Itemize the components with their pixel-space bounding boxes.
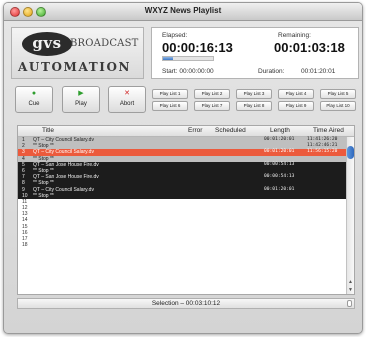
- logo-automation-text: AUTOMATION: [18, 60, 132, 74]
- playlist-button-8[interactable]: Play List 8: [236, 101, 272, 111]
- playlist-button-2[interactable]: Play List 2: [194, 89, 230, 99]
- remaining-label: Remaining:: [278, 32, 311, 39]
- abort-x-icon: ✕: [124, 90, 130, 97]
- table-header: Title Error Scheduled Length Time Aired: [18, 126, 354, 137]
- row-number: 18: [22, 242, 28, 249]
- play-label: Play: [75, 101, 87, 107]
- abort-label: Abort: [119, 101, 135, 107]
- vertical-scrollbar[interactable]: ▲ ▼: [346, 137, 354, 294]
- gvs-logo: gvs BROADCAST AUTOMATION: [11, 27, 144, 79]
- column-time-aired[interactable]: Time Aired: [313, 127, 344, 134]
- playlist-button-9[interactable]: Play List 9: [278, 101, 314, 111]
- logo-mark: gvs: [22, 32, 72, 56]
- selection-status: Selection – 00:03:10:12: [17, 298, 355, 309]
- abort-button[interactable]: ✕ Abort: [108, 86, 146, 113]
- play-icon: ▶: [78, 90, 84, 97]
- duration-value: 00:01:20:01: [301, 68, 336, 75]
- cue-button[interactable]: ● Cue: [15, 86, 53, 113]
- scroll-thumb[interactable]: [347, 146, 354, 159]
- playlist-button-3[interactable]: Play List 3: [236, 89, 272, 99]
- playlist-button-5[interactable]: Play List 5: [320, 89, 356, 99]
- column-scheduled[interactable]: Scheduled: [215, 127, 246, 134]
- duration-label: Duration:: [258, 68, 285, 75]
- start-timecode: Start: 00:00:00:00: [162, 68, 214, 75]
- remaining-value: 00:01:03:18: [274, 40, 345, 55]
- playlist-table: Title Error Scheduled Length Time Aired …: [17, 125, 355, 295]
- resize-grip-icon[interactable]: [347, 300, 352, 307]
- cue-dot-icon: ●: [31, 90, 37, 97]
- scroll-up-arrow-icon[interactable]: ▲: [347, 279, 354, 285]
- playlist-button-4[interactable]: Play List 4: [278, 89, 314, 99]
- scroll-down-arrow-icon[interactable]: ▼: [347, 287, 354, 293]
- elapsed-progress-fill: [163, 57, 173, 60]
- window-title: WXYZ News Playlist: [144, 6, 222, 15]
- column-length[interactable]: Length: [270, 127, 290, 134]
- elapsed-value: 00:00:16:13: [162, 40, 233, 55]
- table-rows: 1 QT – City Council Salary.dv 00:01:20:01 1…: [18, 137, 348, 248]
- timer-panel: Elapsed: 00:00:16:13 Remaining: 00:01:03…: [151, 27, 359, 79]
- selection-duration: Selection – 00:03:10:12: [151, 300, 221, 307]
- title-bar[interactable]: WXYZ News Playlist: [4, 3, 362, 21]
- play-button[interactable]: ▶ Play: [62, 86, 100, 113]
- elapsed-label: Elapsed:: [162, 32, 188, 39]
- column-error[interactable]: Error: [188, 127, 202, 134]
- table-row[interactable]: 18: [18, 242, 348, 248]
- column-title[interactable]: Title: [42, 127, 54, 134]
- cue-label: Cue: [28, 101, 40, 107]
- playlist-window: WXYZ News Playlist gvs BROADCAST AUTOMAT…: [3, 2, 363, 334]
- playlist-button-10[interactable]: Play List 10: [320, 101, 356, 111]
- elapsed-progress-bar: [162, 56, 214, 61]
- playlist-button-1[interactable]: Play List 1: [152, 89, 188, 99]
- logo-broadcast-text: BROADCAST: [70, 38, 139, 49]
- playlist-button-7[interactable]: Play List 7: [194, 101, 230, 111]
- playlist-button-6[interactable]: Play List 6: [152, 101, 188, 111]
